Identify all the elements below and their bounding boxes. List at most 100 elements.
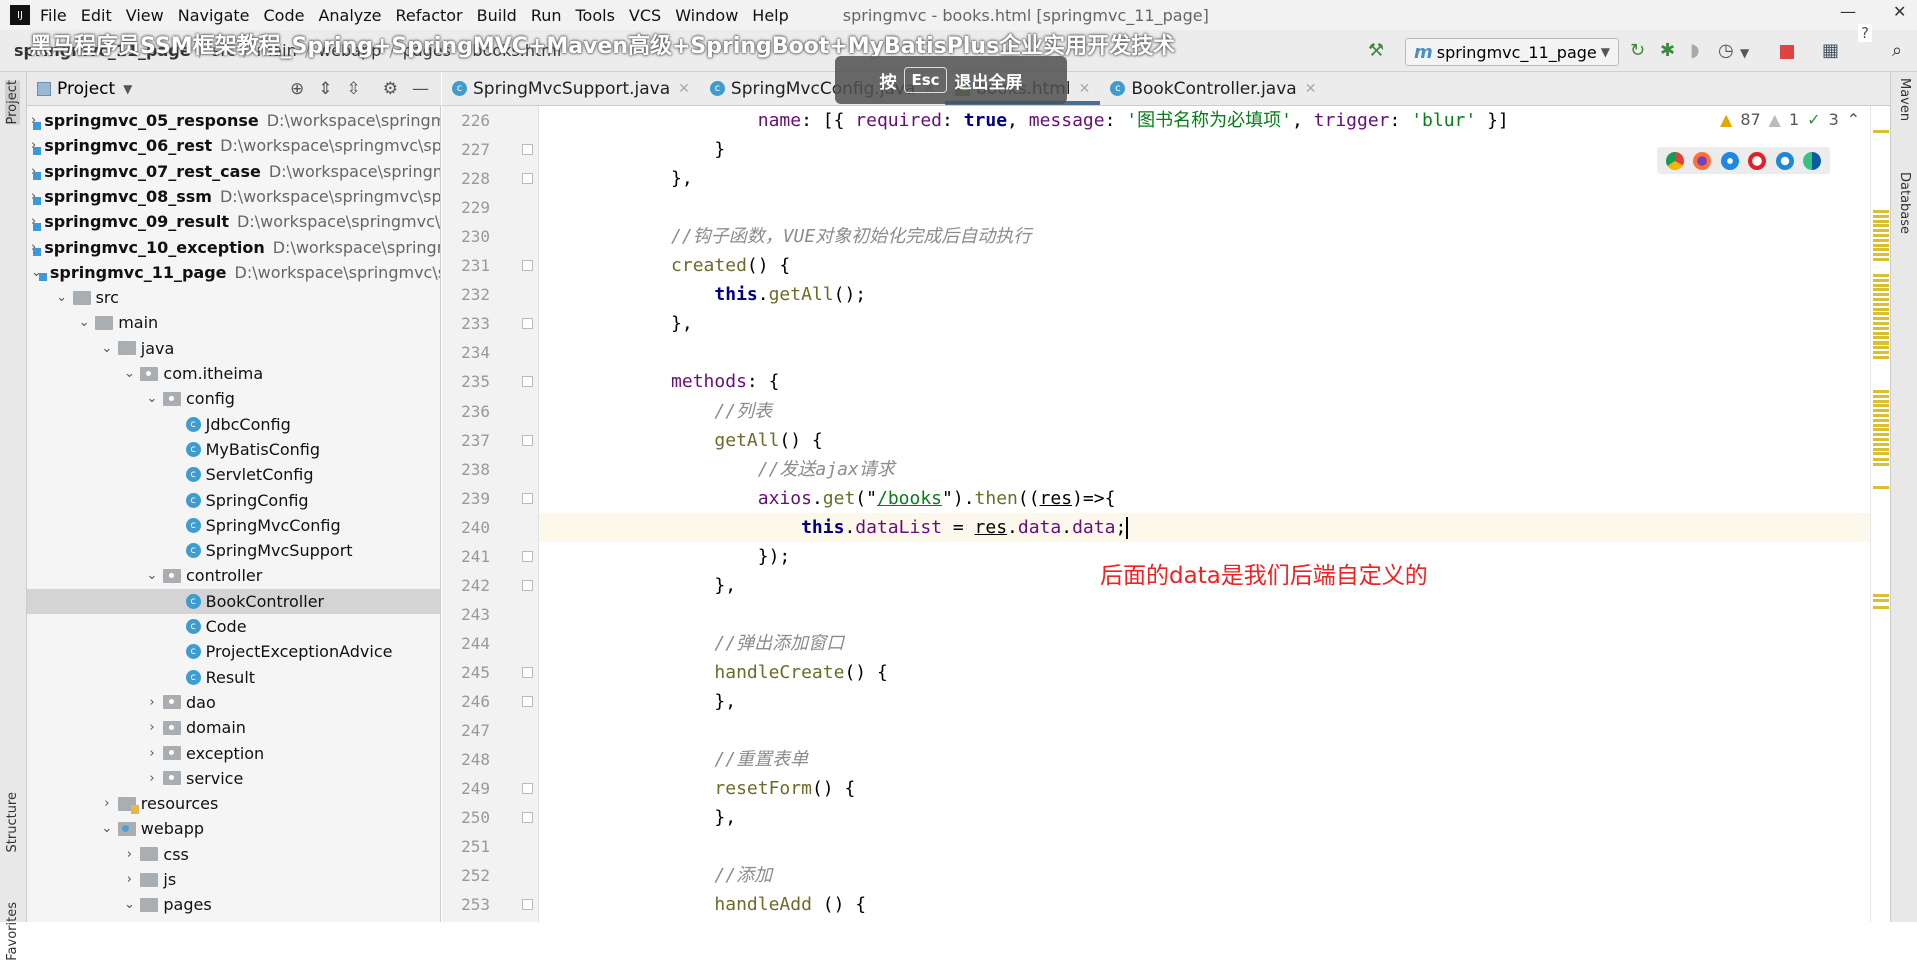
code-line[interactable]: //添加 (539, 861, 1870, 890)
tree-item[interactable]: › springmvc_07_rest_case D:\workspace\spri… (27, 159, 440, 184)
menu-run[interactable]: Run (531, 6, 562, 25)
tree-item[interactable]: › springmvc_05_response D:\workspace\sprin… (27, 108, 440, 133)
error-stripe-mark[interactable] (1873, 298, 1889, 301)
error-stripe-mark[interactable] (1873, 210, 1889, 213)
error-stripe-mark[interactable] (1873, 307, 1889, 311)
tree-item[interactable]: › dao (27, 690, 440, 715)
error-stripe-mark[interactable] (1873, 219, 1889, 223)
menu-vcs[interactable]: VCS (629, 6, 661, 25)
fold-marker-icon[interactable] (522, 666, 533, 678)
error-stripe-mark[interactable] (1873, 331, 1889, 335)
menu-window[interactable]: Window (675, 6, 738, 25)
tree-item[interactable]: c ServletConfig (27, 462, 440, 487)
fold-marker-icon[interactable] (522, 812, 533, 824)
tree-item[interactable]: c Result (27, 665, 440, 690)
error-stripe-mark[interactable] (1873, 399, 1889, 403)
project-tool-button[interactable]: Project (5, 80, 20, 125)
error-stripe-mark[interactable] (1873, 312, 1889, 316)
tree-item[interactable]: ⌄ com.itheima (27, 361, 440, 386)
error-stripe-mark[interactable] (1873, 433, 1889, 437)
menu-code[interactable]: Code (264, 6, 305, 25)
menu-file[interactable]: File (40, 6, 67, 25)
error-stripe-mark[interactable] (1873, 248, 1889, 252)
exit-fullscreen-text[interactable]: 退出全屏 (955, 68, 1023, 93)
error-stripe-mark[interactable] (1873, 414, 1889, 417)
error-stripe-mark[interactable] (1873, 317, 1889, 321)
error-stripe-mark[interactable] (1873, 594, 1889, 597)
structure-tool-button[interactable]: Structure (5, 792, 20, 852)
locate-file-icon[interactable]: ⊕ (290, 79, 304, 99)
error-stripe-mark[interactable] (1873, 447, 1889, 451)
chevron-down-icon[interactable]: ⌄ (144, 568, 160, 583)
chrome-icon[interactable] (1665, 151, 1684, 170)
menu-tools[interactable]: Tools (576, 6, 615, 25)
minimize-button[interactable]: — (1840, 2, 1856, 21)
edge-icon[interactable] (1803, 151, 1822, 170)
menu-build[interactable]: Build (477, 6, 517, 25)
fold-marker-icon[interactable] (522, 579, 533, 591)
code-line[interactable]: }, (539, 309, 1870, 338)
tree-item[interactable]: c JdbcConfig (27, 412, 440, 437)
chevron-right-icon[interactable]: › (121, 872, 137, 887)
fold-marker-icon[interactable] (522, 376, 533, 388)
coverage-icon[interactable]: ◗ (1690, 40, 1699, 61)
fold-marker-icon[interactable] (522, 550, 533, 562)
search-everywhere-icon[interactable]: ⌕ (1892, 40, 1902, 61)
tree-item[interactable]: › springmvc_10_exception D:\workspace\spri… (27, 235, 440, 260)
code-line[interactable] (539, 832, 1870, 861)
chevron-right-icon[interactable]: › (121, 847, 137, 862)
error-stripe-mark[interactable] (1873, 438, 1889, 441)
error-stripe-mark[interactable] (1873, 253, 1889, 257)
tree-item[interactable]: › resources (27, 791, 440, 816)
error-stripe-mark[interactable] (1873, 234, 1889, 237)
error-stripe-mark[interactable] (1873, 350, 1889, 354)
code-line[interactable] (539, 193, 1870, 222)
code-line[interactable]: //钩子函数，VUE对象初始化完成后自动执行 (539, 222, 1870, 251)
tree-item[interactable]: ⌄ src (27, 285, 440, 310)
inspection-widget[interactable]: ▲87 ▲1 ✓3 ⌃ ⌄ (1720, 110, 1882, 129)
error-stripe-mark[interactable] (1873, 458, 1889, 461)
expand-all-icon[interactable]: ⇕ (318, 79, 332, 99)
error-stripe-mark[interactable] (1873, 302, 1889, 306)
tree-item[interactable]: ⌄ java (27, 336, 440, 361)
tree-item[interactable]: c Code (27, 614, 440, 639)
error-stripe-mark[interactable] (1873, 258, 1889, 261)
stop-icon[interactable] (1780, 45, 1794, 59)
chevron-right-icon[interactable]: › (99, 796, 115, 811)
debug-bug-icon[interactable]: ✱ (1660, 40, 1675, 61)
tab-bookcontroller-java[interactable]: c BookController.java ✕ (1100, 72, 1326, 105)
profile-icon[interactable]: ◷ (1718, 40, 1734, 61)
error-stripe-mark[interactable] (1873, 336, 1889, 340)
error-stripe-mark[interactable] (1873, 288, 1889, 292)
menu-edit[interactable]: Edit (81, 6, 112, 25)
error-stripe-mark[interactable] (1873, 394, 1889, 398)
fold-marker-icon[interactable] (522, 783, 533, 795)
code-line[interactable]: }, (539, 687, 1870, 716)
close-tab-icon[interactable]: ✕ (1079, 81, 1091, 97)
tree-item[interactable]: ⌄ springmvc_11_page D:\workspace\springmvc… (27, 260, 440, 285)
code-line[interactable] (539, 716, 1870, 745)
project-structure-icon[interactable]: ▦ (1822, 40, 1839, 61)
tree-item[interactable]: c BookController (27, 588, 440, 614)
database-tool-button[interactable]: Database (1897, 172, 1912, 234)
code-line[interactable]: created() { (539, 251, 1870, 280)
more-run-options-icon[interactable]: ▼ (1740, 46, 1749, 60)
tree-item[interactable]: c ProjectExceptionAdvice (27, 639, 440, 664)
firefox-icon[interactable] (1693, 151, 1712, 170)
error-stripe-mark[interactable] (1873, 390, 1889, 393)
code-line[interactable]: name: [{ required: true, message: '图书名称为… (539, 106, 1870, 135)
close-tab-icon[interactable]: ✕ (1305, 81, 1317, 97)
chevron-down-icon[interactable]: ⌄ (144, 391, 160, 406)
help-icon[interactable]: ? (1858, 24, 1872, 42)
code-line[interactable]: }, (539, 803, 1870, 832)
error-stripe-mark[interactable] (1873, 342, 1889, 345)
error-stripe-mark[interactable] (1873, 409, 1889, 413)
tree-item[interactable]: › exception (27, 741, 440, 766)
error-stripe-mark[interactable] (1873, 293, 1889, 297)
tree-item[interactable]: c MyBatisConfig (27, 437, 440, 462)
code-line[interactable]: this.getAll(); (539, 280, 1870, 309)
tree-item[interactable]: c SpringMvcSupport (27, 538, 440, 563)
error-stripe[interactable] (1870, 106, 1890, 922)
error-stripe-mark[interactable] (1873, 404, 1889, 408)
close-window-button[interactable]: ✕ (1893, 2, 1906, 21)
